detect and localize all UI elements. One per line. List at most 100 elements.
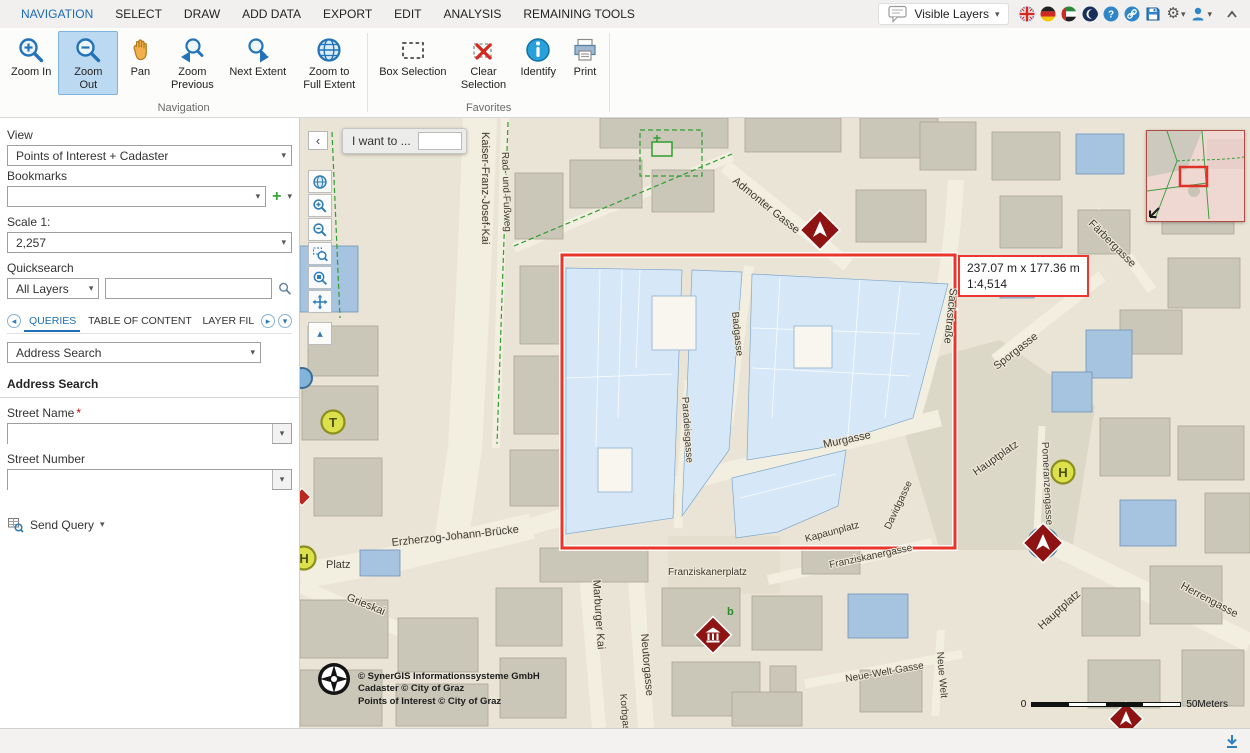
collapse-sidebar-button[interactable]: ‹: [308, 131, 328, 150]
map-viewport[interactable]: Kaiser-Franz-Josef-KaiRad- und FußwegAdm…: [300, 118, 1250, 728]
measurement-scale: 1:4,514: [967, 276, 1080, 292]
zoom-in-button[interactable]: Zoom In: [4, 31, 58, 82]
north-arrow: [316, 661, 352, 702]
share-link-icon[interactable]: [1124, 6, 1140, 22]
settings-gear-icon: ⚙: [1166, 6, 1179, 22]
street-number-input[interactable]: [8, 470, 272, 491]
search-icon[interactable]: [278, 280, 292, 297]
identify-button[interactable]: Identify: [513, 31, 562, 82]
tabs-scroll-right-icon[interactable]: ▸: [261, 314, 275, 328]
tabs-scroll-left-icon[interactable]: ◂: [7, 314, 21, 328]
map-toolbar: ▴: [308, 170, 332, 345]
quicksearch-layer-dropdown[interactable]: All Layers ▾: [7, 278, 99, 299]
uk-flag-icon[interactable]: [1019, 6, 1035, 22]
street-name-input[interactable]: [8, 424, 272, 445]
send-query-icon: [7, 516, 24, 533]
pan-button[interactable]: Pan: [118, 31, 162, 82]
tab-queries[interactable]: QUERIES: [24, 311, 80, 332]
hospital-letter: H: [1058, 465, 1067, 480]
next-extent-button[interactable]: Next Extent: [222, 31, 293, 82]
view-value: Points of Interest + Cadaster: [16, 149, 168, 163]
scalebar-label: 50Meters: [1186, 699, 1228, 710]
section-divider: [0, 397, 299, 398]
map-canvas[interactable]: Kaiser-Franz-Josef-KaiRad- und FußwegAdm…: [300, 118, 1250, 728]
user-account-button[interactable]: ▾: [1190, 6, 1212, 22]
help-icon[interactable]: ?: [1103, 6, 1119, 22]
menu-draw[interactable]: DRAW: [173, 7, 231, 21]
ribbon-group-navigation: Zoom In Zoom Out Pan Zoom Previous Next …: [0, 28, 367, 117]
view-label: View: [7, 128, 292, 142]
view-dropdown[interactable]: Points of Interest + Cadaster ▾: [7, 145, 292, 166]
bookmarks-dropdown[interactable]: ▾: [7, 186, 266, 207]
zoom-full-extent-button[interactable]: Zoom to Full Extent: [293, 31, 365, 95]
settings-gear-button[interactable]: ⚙▾: [1166, 6, 1185, 22]
add-bookmark-button[interactable]: +: [272, 189, 281, 205]
menu-navigation[interactable]: NAVIGATION: [10, 7, 104, 21]
quicksearch-input[interactable]: [105, 278, 272, 299]
send-query-button[interactable]: Send Query ▾: [7, 516, 292, 533]
tab-layer-filter[interactable]: LAYER FIL: [197, 311, 258, 332]
menu-analysis[interactable]: ANALYSIS: [433, 7, 513, 21]
center-map-button[interactable]: [308, 290, 332, 313]
zoom-in-icon: [17, 36, 45, 64]
visible-layers-dropdown[interactable]: Visible Layers ▾: [878, 3, 1009, 25]
zoom-window-button[interactable]: [308, 242, 332, 265]
dark-mode-moon-icon[interactable]: [1082, 6, 1098, 22]
map-copyright: © SynerGIS Informationssysteme GmbH Cada…: [358, 671, 540, 708]
clear-selection-button[interactable]: Clear Selection: [453, 31, 513, 95]
query-selector-dropdown[interactable]: Address Search ▾: [7, 342, 261, 363]
i-want-to-label: I want to ...: [352, 134, 411, 148]
button-label: Print: [574, 66, 597, 79]
chevron-down-icon: ▾: [281, 150, 286, 161]
street-name-combobox[interactable]: ▾: [7, 423, 292, 444]
map-zoom-in-button[interactable]: [308, 194, 332, 217]
box-selection-button[interactable]: Box Selection: [372, 31, 453, 82]
button-label: Pan: [131, 66, 151, 79]
zoom-previous-button[interactable]: Zoom Previous: [162, 31, 222, 95]
ribbon-group-label: Favorites: [368, 101, 609, 117]
gis-application: NAVIGATION SELECT DRAW ADD DATA EXPORT E…: [0, 0, 1250, 753]
street-number-combobox[interactable]: ▾: [7, 469, 292, 490]
zoom-selection-button[interactable]: [308, 266, 332, 289]
zoom-out-button[interactable]: Zoom Out: [58, 31, 118, 95]
send-query-label: Send Query: [30, 518, 94, 532]
chevron-down-icon: ▾: [281, 237, 286, 248]
street-name-label: Street Name*: [7, 406, 292, 420]
save-icon[interactable]: [1145, 6, 1161, 22]
collapse-toolbar-button[interactable]: ▴: [308, 322, 332, 345]
menu-edit[interactable]: EDIT: [383, 7, 432, 21]
zoom-full-extent-icon: [315, 36, 343, 64]
box-selection-icon: [399, 36, 427, 64]
menu-select[interactable]: SELECT: [104, 7, 173, 21]
quicksearch-layer-value: All Layers: [16, 282, 69, 296]
scale-dropdown[interactable]: 2,257 ▾: [7, 232, 292, 253]
street-number-dropdown-button[interactable]: ▾: [272, 470, 291, 489]
menu-export[interactable]: EXPORT: [312, 7, 383, 21]
chevron-down-icon: ▾: [995, 9, 1000, 20]
download-icon[interactable]: [1224, 733, 1240, 749]
street-name-dropdown-button[interactable]: ▾: [272, 424, 291, 443]
tab-table-of-content[interactable]: TABLE OF CONTENT: [83, 311, 194, 332]
clear-selection-icon: [469, 36, 497, 64]
street-number-label: Street Number: [7, 452, 292, 466]
chevron-up-icon: ▴: [317, 327, 323, 340]
button-label: Next Extent: [229, 66, 286, 79]
bookmark-options-chevron-icon[interactable]: ▾: [287, 191, 292, 202]
menu-remaining-tools[interactable]: REMAINING TOOLS: [512, 7, 646, 21]
collapse-ribbon-button[interactable]: [1224, 7, 1240, 21]
map-zoom-out-button[interactable]: [308, 218, 332, 241]
i-want-to-widget[interactable]: I want to ...: [342, 128, 467, 154]
button-label: Zoom to Full Extent: [300, 66, 358, 92]
globe-button[interactable]: [308, 170, 332, 193]
menu-add-data[interactable]: ADD DATA: [231, 7, 312, 21]
ribbon-group-label: Navigation: [0, 101, 367, 117]
print-button[interactable]: Print: [563, 31, 607, 82]
layers-bubble-icon: [888, 5, 908, 23]
tabs-overflow-icon[interactable]: ▾: [278, 314, 292, 328]
copyright-line: Points of Interest © City of Graz: [358, 696, 540, 708]
i-want-to-input[interactable]: [418, 132, 462, 150]
german-flag-icon[interactable]: [1040, 6, 1056, 22]
scale-label: Scale 1:: [7, 215, 292, 229]
overview-map[interactable]: [1146, 130, 1245, 222]
uae-flag-icon[interactable]: [1061, 6, 1077, 22]
